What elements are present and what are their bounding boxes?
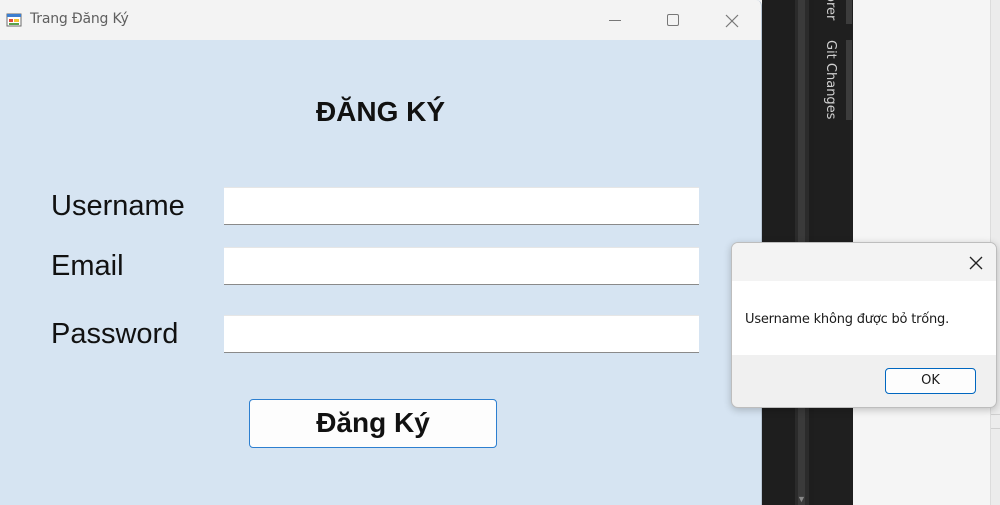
username-label: Username bbox=[51, 190, 185, 222]
minimize-button[interactable] bbox=[592, 0, 638, 40]
maximize-button[interactable] bbox=[650, 0, 696, 40]
register-button[interactable]: Đăng Ký bbox=[249, 399, 497, 448]
ide-tab-indicator bbox=[846, 0, 852, 24]
window-title: Trang Đăng Ký bbox=[30, 11, 129, 27]
message-box-close-button[interactable] bbox=[962, 251, 990, 275]
close-icon bbox=[969, 256, 983, 270]
ide-tab-git-changes[interactable]: Git Changes bbox=[823, 40, 838, 119]
ok-button[interactable]: OK bbox=[885, 368, 976, 394]
message-box-titlebar[interactable] bbox=[732, 243, 996, 281]
message-box-body: Username không được bỏ trống. bbox=[732, 281, 996, 355]
ide-tab-explorer[interactable]: orer bbox=[823, 0, 838, 20]
window-titlebar[interactable]: Trang Đăng Ký bbox=[0, 0, 761, 40]
minimize-icon bbox=[609, 20, 621, 21]
ide-tab-indicator bbox=[846, 40, 852, 120]
close-icon bbox=[725, 14, 739, 28]
close-button[interactable] bbox=[708, 0, 754, 40]
password-label: Password bbox=[51, 318, 179, 350]
message-box: Username không được bỏ trống. OK bbox=[731, 242, 997, 408]
maximize-icon bbox=[667, 14, 679, 26]
scroll-down-arrow-icon[interactable]: ▼ bbox=[797, 494, 806, 504]
password-input[interactable] bbox=[224, 315, 699, 353]
form-heading: ĐĂNG KÝ bbox=[315, 96, 446, 127]
username-input[interactable] bbox=[224, 187, 699, 225]
message-text: Username không được bỏ trống. bbox=[745, 312, 950, 327]
email-label: Email bbox=[51, 250, 124, 282]
email-input[interactable] bbox=[224, 247, 699, 285]
registration-window: Trang Đăng Ký ĐĂNG KÝ Username Email Pas… bbox=[0, 0, 762, 505]
app-form-icon bbox=[6, 13, 22, 27]
